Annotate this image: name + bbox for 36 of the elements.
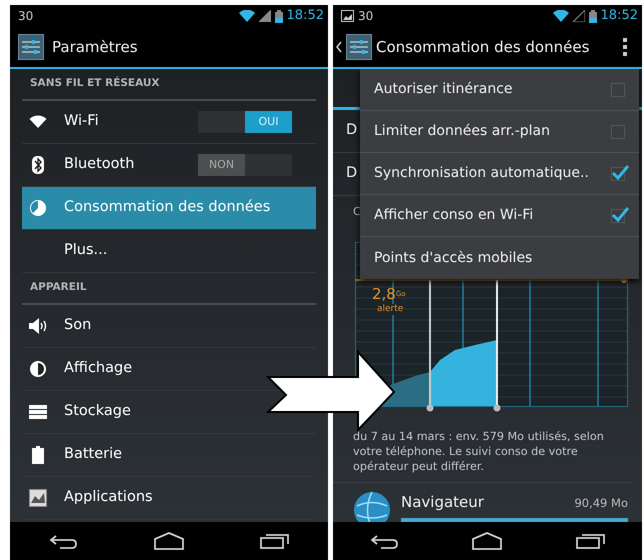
app-usage: 90,49 Mo [574,495,628,512]
section-header: SANS FIL ET RÉSEAUX [30,76,160,92]
settings-item[interactable]: Stockage [22,391,137,433]
settings-item[interactable]: Wi-Fi OUI [22,101,316,143]
section-header: APPAREIL [30,280,87,296]
app-title: Consommation des données [376,36,590,58]
settings-item[interactable]: Son [22,305,98,347]
notification-count: 30 [18,8,34,25]
item-label: Bluetooth [64,155,134,174]
menu-item[interactable]: Autoriser itinérance [360,69,639,111]
settings-item[interactable]: Bluetooth NON [22,144,316,186]
toggle-switch[interactable]: NON [198,154,292,176]
setting-label: D [346,164,358,184]
settings-item[interactable]: Applications [22,477,159,519]
settings-item[interactable]: Plus... [22,230,114,272]
item-label: Stockage [64,402,131,422]
status-time: 18:52 [600,7,638,26]
settings-item[interactable]: Consommation des données [22,187,316,229]
item-label: Consommation des données [64,198,270,218]
app-name: Navigateur [401,492,484,513]
cycle-label: C [353,204,361,220]
item-label: Batterie [64,445,122,464]
settings-item[interactable]: Batterie [22,434,128,476]
setting-label: D [346,121,358,140]
item-label: Wi-Fi [64,112,99,132]
limit-label: alerte [377,304,404,315]
item-label: Affichage [64,359,132,378]
menu-item[interactable]: Points d'accès mobiles [360,237,639,279]
app-title: Paramètres [52,36,138,58]
status-time: 18:52 [286,7,324,26]
menu-item[interactable]: Limiter données arr.-plan [360,111,639,153]
item-label: Plus... [64,241,108,260]
item-label: Applications [64,488,153,508]
settings-item[interactable]: Affichage [22,348,138,390]
notification-count: 30 [358,8,374,25]
item-label: Son [64,316,92,336]
